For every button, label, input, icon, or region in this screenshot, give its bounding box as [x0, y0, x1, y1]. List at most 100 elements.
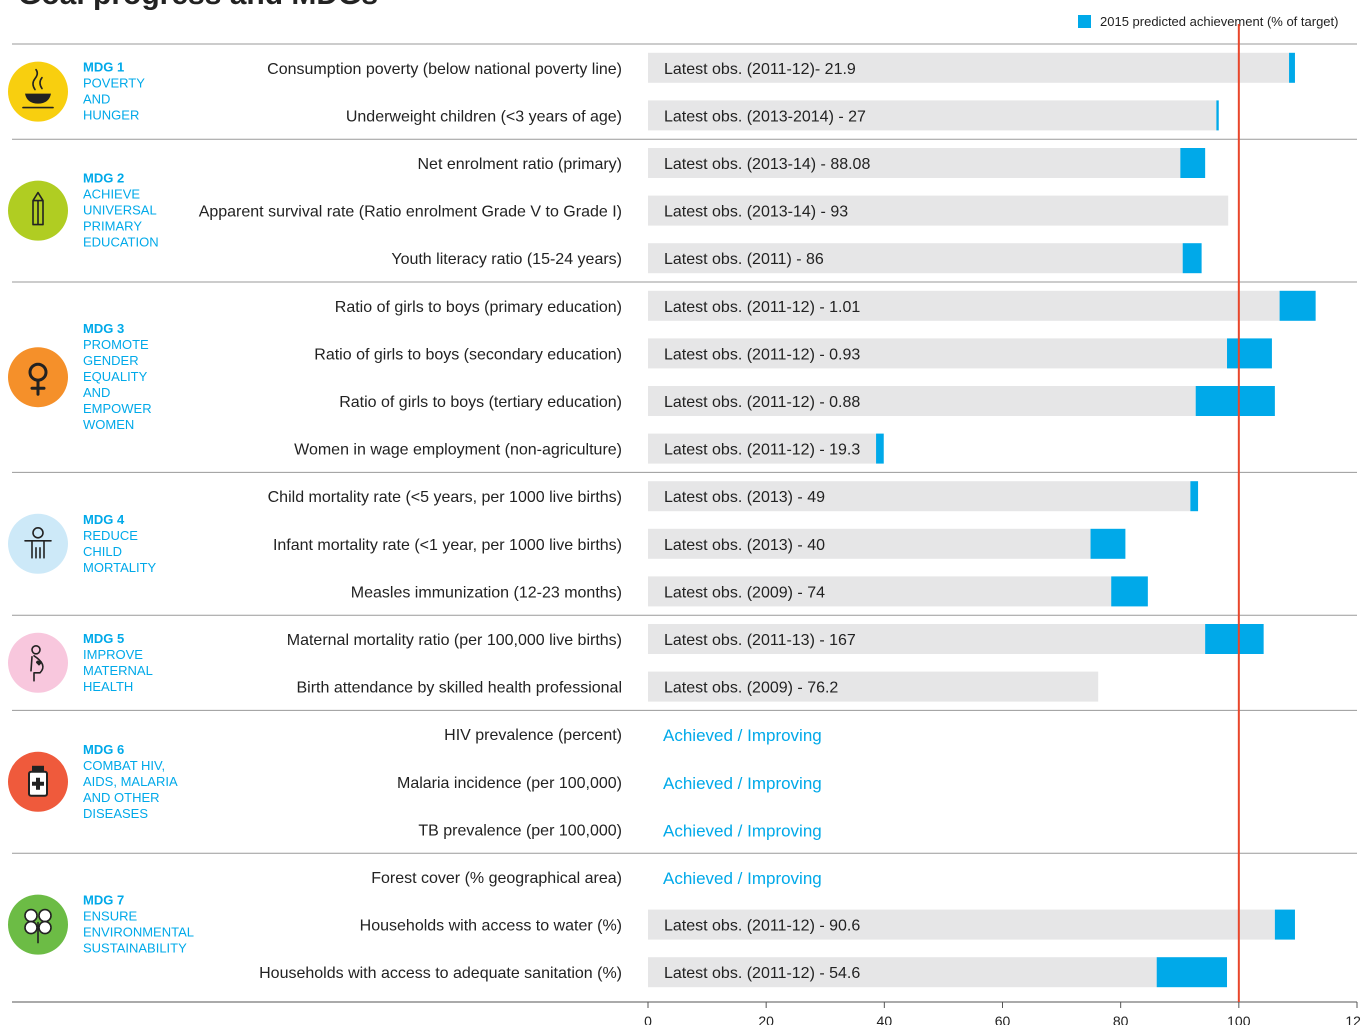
predicted-bar: [1156, 957, 1228, 988]
mdg-name-line: CHILD: [83, 544, 122, 559]
indicator-label: Net enrolment ratio (primary): [418, 156, 623, 173]
indicator-label: Maternal mortality ratio (per 100,000 li…: [287, 632, 622, 649]
bar-label: Latest obs. (2013) - 49: [664, 489, 825, 506]
bar-label: Latest obs. (2011-12) - 1.01: [664, 299, 860, 316]
status-text: Achieved / Improving: [663, 869, 822, 888]
indicator-label: Women in wage employment (non-agricultur…: [294, 442, 622, 459]
status-text: Achieved / Improving: [663, 774, 822, 793]
mdg-name-line: HUNGER: [83, 108, 139, 123]
predicted-bar: [876, 433, 884, 464]
bar-label: Latest obs. (2013-2014) - 27: [664, 108, 866, 125]
bar-label: Latest obs. (2013-14) - 88.08: [664, 156, 870, 173]
bar-label: Latest obs. (2011) - 86: [664, 251, 824, 268]
mdg-number: MDG 4: [83, 512, 125, 527]
bar-label: Latest obs. (2013-14) - 93: [664, 204, 848, 221]
bar-label: Latest obs. (2011-12) - 90.6: [664, 918, 860, 935]
x-tick-label: 20: [758, 1013, 774, 1025]
indicator-label: Consumption poverty (below national pove…: [267, 61, 622, 78]
status-text: Achieved / Improving: [663, 726, 822, 745]
mdg-name-line: ENVIRONMENTAL: [83, 925, 194, 940]
predicted-bar: [1289, 52, 1295, 83]
mdg-name-line: IMPROVE: [83, 647, 143, 662]
indicator-label: TB prevalence (per 100,000): [418, 822, 622, 839]
predicted-bar: [1279, 290, 1316, 321]
mdg-name-line: POVERTY: [83, 76, 145, 91]
predicted-bar: [1195, 386, 1275, 416]
pregnant-woman-icon: [8, 632, 68, 693]
child-icon: [8, 513, 68, 574]
mdg-name-line: REDUCE: [83, 528, 138, 543]
x-tick-label: 60: [995, 1013, 1011, 1025]
indicator-label: Ratio of girls to boys (primary educatio…: [335, 299, 622, 316]
mdg-name-line: AND: [83, 92, 110, 107]
mdg-name-line: ACHIEVE: [83, 187, 140, 202]
pencil-icon: [8, 180, 68, 241]
predicted-bar: [1190, 481, 1199, 512]
bar-label: Latest obs. (2011-12) - 0.88: [664, 394, 860, 411]
mdg-name-line: HEALTH: [83, 679, 133, 694]
mdg-name-line: PROMOTE: [83, 337, 149, 352]
x-tick-label: 80: [1113, 1013, 1129, 1025]
bar-label: Latest obs. (2013) - 40: [664, 537, 825, 554]
bar-label: Latest obs. (2011-12)- 21.9: [664, 61, 856, 78]
mdg-name-line: MORTALITY: [83, 560, 157, 575]
bowl-icon: [8, 61, 68, 122]
indicator-label: Ratio of girls to boys (tertiary educati…: [339, 394, 622, 411]
mdg-name-line: DISEASES: [83, 806, 148, 821]
mdg-name-line: SUSTAINABILITY: [83, 941, 187, 956]
indicator-label: Youth literacy ratio (15-24 years): [391, 251, 622, 268]
female-symbol-icon: [8, 347, 68, 408]
predicted-bar: [1182, 243, 1202, 274]
mdg-name-line: EDUCATION: [83, 235, 159, 250]
bar-label: Latest obs. (2009) - 76.2: [664, 680, 838, 697]
bar-label: Latest obs. (2011-13) - 167: [664, 632, 856, 649]
predicted-bar: [1274, 909, 1295, 940]
mdg-name-line: EQUALITY: [83, 369, 148, 384]
mdg-name-line: AND: [83, 385, 110, 400]
status-text: Achieved / Improving: [663, 821, 822, 840]
mdg-name-line: PRIMARY: [83, 219, 142, 234]
mdg-number: MDG 2: [83, 171, 124, 186]
indicator-label: Birth attendance by skilled health profe…: [296, 680, 622, 697]
indicator-label: Forest cover (% geographical area): [371, 870, 622, 887]
predicted-bar: [1216, 100, 1219, 131]
mdg-name-line: UNIVERSAL: [83, 203, 157, 218]
mdg-name-line: AND OTHER: [83, 790, 160, 805]
x-tick-label: 0: [644, 1013, 652, 1025]
mdg-number: MDG 6: [83, 742, 124, 757]
mdg-name-line: EMPOWER: [83, 401, 152, 416]
x-tick-label: 120: [1345, 1013, 1361, 1025]
predicted-bar: [1090, 528, 1126, 559]
indicator-label: Households with access to adequate sanit…: [259, 965, 622, 982]
mdg-number: MDG 1: [83, 60, 124, 75]
mdg-number: MDG 3: [83, 321, 124, 336]
x-tick-label: 100: [1227, 1013, 1251, 1025]
mdg-name-line: AIDS, MALARIA: [83, 774, 178, 789]
indicator-label: Infant mortality rate (<1 year, per 1000…: [273, 537, 622, 554]
bar-label: Latest obs. (2011-12) - 0.93: [664, 346, 860, 363]
indicator-label: Ratio of girls to boys (secondary educat…: [314, 346, 622, 363]
indicator-label: Underweight children (<3 years of age): [346, 108, 622, 125]
bar-label: Latest obs. (2011-12) - 19.3: [664, 442, 860, 459]
mdg-name-line: COMBAT HIV,: [83, 758, 165, 773]
bar-label: Latest obs. (2009) - 74: [664, 584, 825, 601]
indicator-label: Malaria incidence (per 100,000): [397, 775, 622, 792]
mdg-number: MDG 5: [83, 631, 124, 646]
mdg-name-line: GENDER: [83, 353, 139, 368]
mdg-number: MDG 7: [83, 893, 124, 908]
mdg-name-line: WOMEN: [83, 417, 134, 432]
indicator-label: HIV prevalence (percent): [444, 727, 622, 744]
x-tick-label: 40: [877, 1013, 893, 1025]
indicator-label: Apparent survival rate (Ratio enrolment …: [199, 204, 622, 221]
predicted-bar: [1205, 624, 1264, 654]
predicted-bar: [1180, 148, 1206, 178]
mdg-name-line: ENSURE: [83, 909, 138, 924]
mdg-progress-chart: MDG 1POVERTYANDHUNGERConsumption poverty…: [8, 24, 1361, 1025]
mdg-name-line: MATERNAL: [83, 663, 153, 678]
predicted-bar: [1227, 338, 1272, 369]
leaf-icon: [8, 894, 68, 955]
medicine-bottle-icon: [8, 751, 68, 812]
indicator-label: Child mortality rate (<5 years, per 1000…: [268, 489, 622, 506]
predicted-bar: [1111, 576, 1148, 607]
bar-label: Latest obs. (2011-12) - 54.6: [664, 965, 860, 982]
